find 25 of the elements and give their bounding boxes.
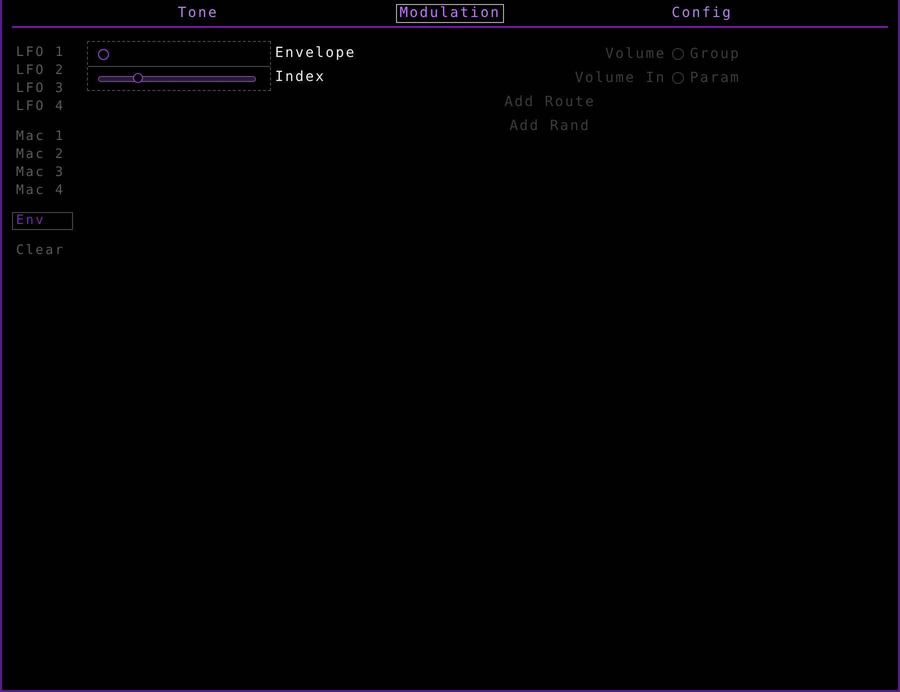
sidebar-item[interactable]: LFO 4	[12, 98, 73, 116]
radio-button[interactable]	[672, 72, 684, 84]
parameter-label: Envelope	[275, 44, 356, 62]
sidebar-item[interactable]: Env	[12, 212, 73, 230]
tab[interactable]: Config	[668, 4, 736, 22]
slider-track[interactable]	[98, 76, 256, 82]
route-target: Param	[690, 68, 740, 88]
sidebar-item[interactable]: LFO 1	[12, 44, 73, 62]
sidebar-item[interactable]: Mac 1	[12, 128, 73, 146]
route-source: Volume In	[574, 68, 666, 88]
sidebar-item[interactable]: Clear	[12, 242, 73, 260]
slider-thumb[interactable]	[133, 72, 143, 82]
tab[interactable]: Tone	[174, 4, 222, 22]
action-button[interactable]: Add Route	[504, 90, 596, 114]
sidebar-item[interactable]: Mac 2	[12, 146, 73, 164]
sidebar-item[interactable]: Mac 4	[12, 182, 73, 200]
tab[interactable]: Modulation	[396, 4, 504, 22]
action-button[interactable]: Add Rand	[509, 114, 590, 138]
sidebar-item[interactable]: LFO 2	[12, 62, 73, 80]
route-source: Volume	[604, 44, 666, 64]
sidebar-item[interactable]: LFO 3	[12, 80, 73, 98]
route-target: Group	[690, 44, 740, 64]
sidebar-item[interactable]: Mac 3	[12, 164, 73, 182]
radio-button[interactable]	[672, 48, 684, 60]
parameter-label: Index	[275, 68, 327, 86]
